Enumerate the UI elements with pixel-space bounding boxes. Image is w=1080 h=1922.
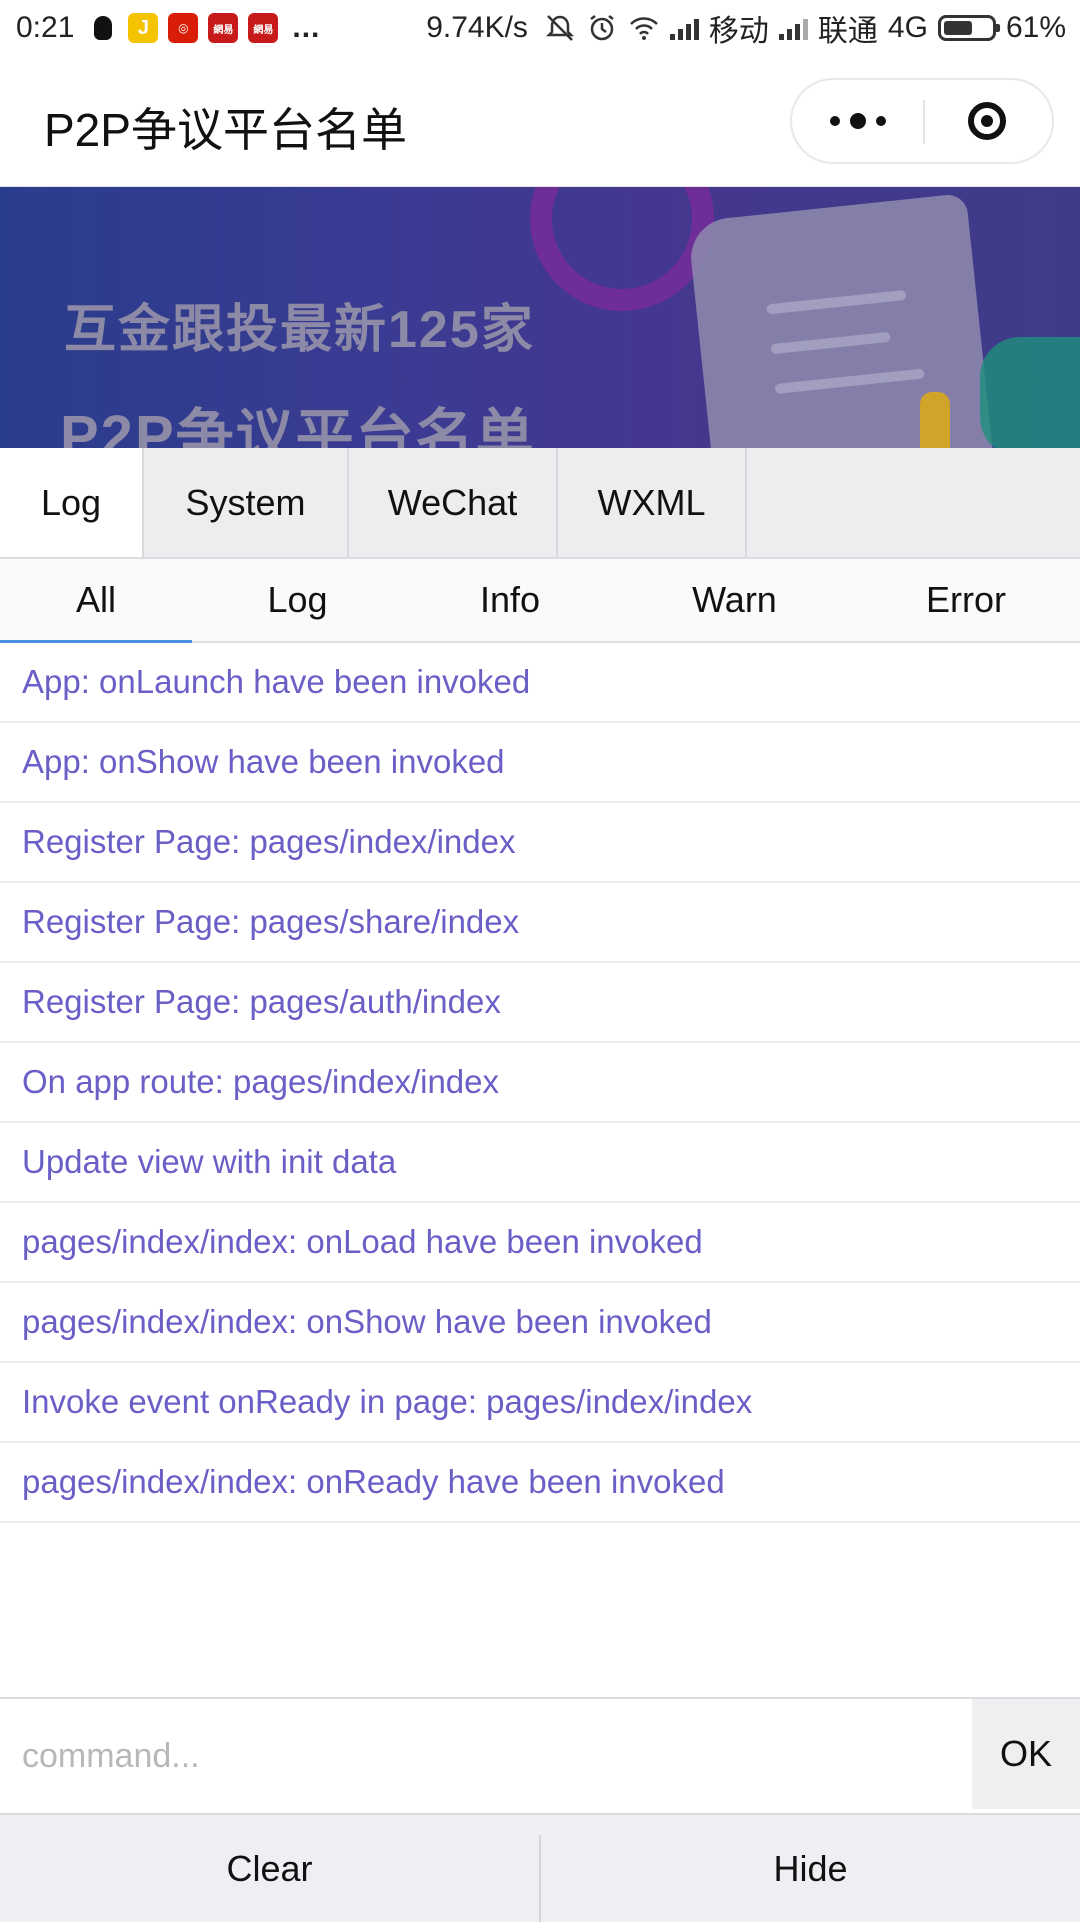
network-speed: 9.74K/s xyxy=(426,11,528,44)
level-tab-all[interactable]: All xyxy=(0,559,192,643)
target-close-icon xyxy=(967,102,1006,140)
tab-system[interactable]: System xyxy=(144,448,349,557)
netease-app-icon: 網易 xyxy=(248,13,279,43)
log-entry: App: onShow have been invoked xyxy=(0,723,1080,803)
hide-button[interactable]: Hide xyxy=(541,1815,1080,1922)
ok-button[interactable]: OK xyxy=(972,1699,1080,1809)
log-entry: App: onLaunch have been invoked xyxy=(0,643,1080,723)
level-tab-log[interactable]: Log xyxy=(192,559,403,641)
signal-icon-2 xyxy=(778,16,808,40)
carrier-1: 移动 xyxy=(708,15,769,48)
log-entry: Register Page: pages/index/index xyxy=(0,803,1080,883)
log-entry: Register Page: pages/share/index xyxy=(0,883,1080,963)
page-title: P2P争议平台名单 xyxy=(44,104,407,156)
wifi-icon xyxy=(630,17,658,40)
navigation-bar: P2P争议平台名单 xyxy=(0,56,1080,187)
command-input[interactable] xyxy=(0,1699,972,1813)
log-level-tabs: All Log Info Warn Error xyxy=(0,559,1080,643)
level-tab-info[interactable]: Info xyxy=(403,559,617,641)
log-entry: Register Page: pages/auth/index xyxy=(0,963,1080,1043)
qq-icon xyxy=(88,13,119,43)
status-time: 0:21 xyxy=(16,11,75,44)
alarm-icon xyxy=(590,15,614,41)
more-notifications-icon: ... xyxy=(292,11,321,44)
person-illustration xyxy=(920,392,950,448)
netease-news-icon: 網易 xyxy=(208,13,239,43)
mute-bell-icon xyxy=(545,15,574,41)
close-button[interactable] xyxy=(921,80,1052,162)
carrier-2: 联通 xyxy=(817,15,878,48)
vconsole-panel-tabs: Log System WeChat WXML xyxy=(0,448,1080,559)
log-entry: On app route: pages/index/index xyxy=(0,1043,1080,1123)
level-tab-warn[interactable]: Warn xyxy=(617,559,852,641)
log-entry: pages/index/index: onShow have been invo… xyxy=(0,1283,1080,1363)
battery-percent: 61% xyxy=(1005,11,1066,44)
log-entry: pages/index/index: onLoad have been invo… xyxy=(0,1203,1080,1283)
clear-button[interactable]: Clear xyxy=(0,1815,539,1922)
more-dots-icon xyxy=(829,116,840,126)
log-entry: Update view with init data xyxy=(0,1123,1080,1203)
more-button[interactable] xyxy=(792,80,923,162)
log-entry: pages/index/index: onReady have been inv… xyxy=(0,1443,1080,1523)
battery-icon xyxy=(937,15,1000,41)
tab-wxml[interactable]: WXML xyxy=(558,448,747,557)
signal-icon xyxy=(669,16,699,40)
tab-wechat[interactable]: WeChat xyxy=(349,448,558,557)
level-tab-error[interactable]: Error xyxy=(852,559,1080,641)
log-list: App: onLaunch have been invoked App: onS… xyxy=(0,643,1080,1523)
banner-title: P2P争议平台名单 xyxy=(60,404,536,448)
banner-image: 互金跟投最新125家 P2P争议平台名单 xyxy=(0,187,1080,448)
vconsole-toolbar: Clear Hide xyxy=(0,1813,1080,1922)
netease-music-icon: ◎ xyxy=(168,13,199,43)
status-bar: 0:21 J ◎ 網易 網易 ... 9.74K/s 移动 联通 4G 61% xyxy=(0,0,1080,56)
log-entry: Invoke event onReady in page: pages/inde… xyxy=(0,1363,1080,1443)
menu-capsule xyxy=(790,78,1054,164)
command-bar: OK xyxy=(0,1697,1080,1813)
j-app-icon: J xyxy=(128,13,159,43)
network-type: 4G xyxy=(887,11,928,44)
tab-log[interactable]: Log xyxy=(0,448,144,557)
banner-subtitle: 互金跟投最新125家 xyxy=(64,301,535,359)
notification-icons: J ◎ 網易 網易 ... xyxy=(88,11,320,45)
